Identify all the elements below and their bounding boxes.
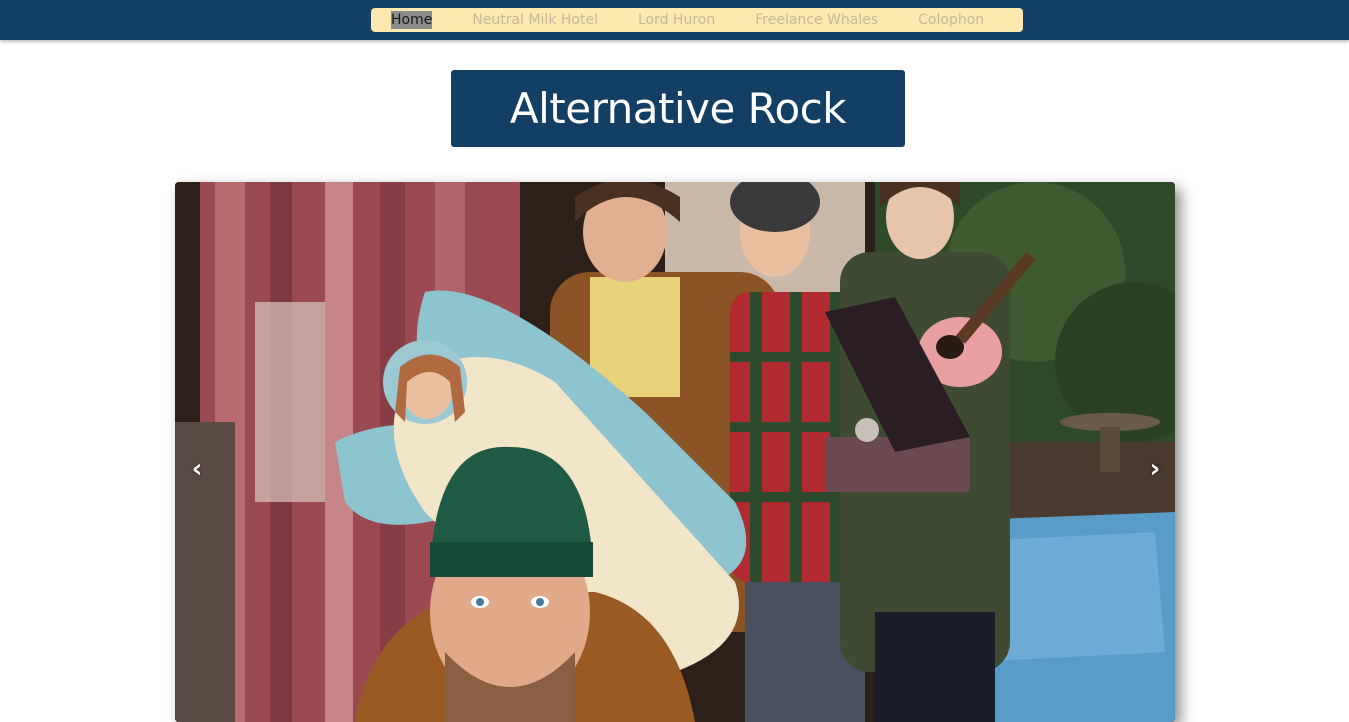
- image-carousel[interactable]: ‹ ›: [175, 182, 1175, 722]
- nav-item-neutral-milk-hotel[interactable]: Neutral Milk Hotel: [472, 11, 598, 29]
- carousel-next-button[interactable]: ›: [1140, 454, 1170, 484]
- page-title: Alternative Rock: [509, 84, 847, 133]
- nav-item-freelance-whales[interactable]: Freelance Whales: [755, 11, 878, 29]
- nav-item-home[interactable]: Home: [391, 11, 433, 29]
- nav-item-colophon[interactable]: Colophon: [918, 11, 984, 29]
- carousel-prev-button[interactable]: ‹: [182, 454, 212, 484]
- page-title-box: Alternative Rock: [451, 70, 905, 147]
- top-bar: Home Neutral Milk Hotel Lord Huron Freel…: [0, 0, 1349, 40]
- band-photo: [175, 182, 1175, 722]
- nav-item-lord-huron[interactable]: Lord Huron: [638, 11, 715, 29]
- main-nav: Home Neutral Milk Hotel Lord Huron Freel…: [371, 8, 1023, 32]
